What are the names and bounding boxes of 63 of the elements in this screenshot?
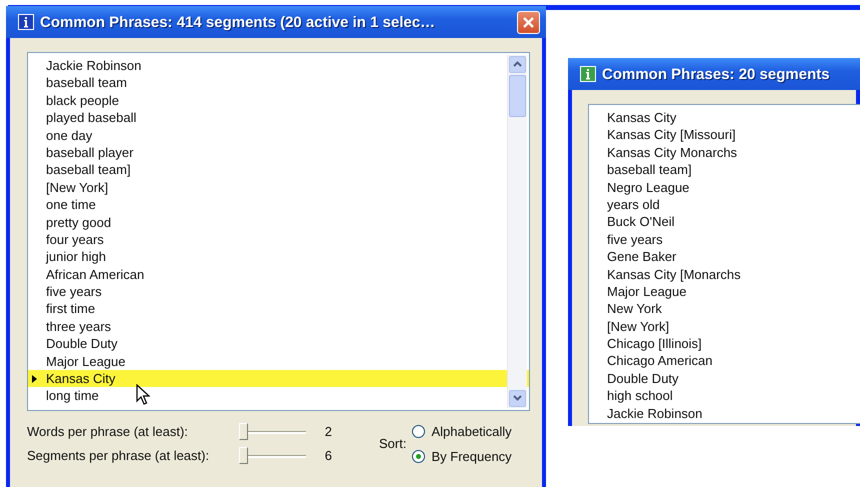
slider-label: Segments per phrase (at least): [27,448,210,463]
list-item[interactable]: New York [589,300,860,318]
list-item[interactable]: years old [589,196,860,214]
window-title: Common Phrases: 414 segments (20 active in 1 selec… [40,14,436,30]
list-item[interactable]: [New York] [589,318,860,336]
scroll-up-button[interactable] [509,56,526,73]
list-item[interactable]: first time [28,300,529,318]
list-item[interactable]: Jackie Robinson [589,404,860,422]
list-item[interactable]: Major League [589,282,860,300]
slider[interactable] [240,446,306,466]
list-item[interactable]: pretty good [28,214,529,231]
list-item[interactable]: Kansas City [28,370,529,388]
window-title: Common Phrases: 20 segments [602,66,831,82]
scroll-down-button[interactable] [509,390,526,407]
slider-thumb[interactable] [239,446,248,464]
list-item[interactable]: one day [28,126,529,144]
list-item[interactable]: Negro League [589,178,860,196]
radio-button[interactable] [412,424,426,438]
sort-option[interactable]: By Frequency [412,446,512,466]
list-item[interactable]: five years [589,230,860,248]
list-item[interactable]: five years [28,283,529,300]
mouse-cursor-icon [136,384,150,406]
info-icon [18,14,34,30]
list-item[interactable]: played baseball [28,109,529,127]
list-item[interactable]: Kansas City [Monarchs [589,266,860,283]
list-item[interactable]: three years [28,318,529,336]
slider-value: 2 [324,424,332,439]
close-icon [522,16,535,28]
list-item[interactable]: Double Duty [589,370,860,388]
row-marker-icon [32,375,37,384]
list-item[interactable]: four years [28,230,529,248]
list-item[interactable]: Buck O'Neil [589,213,860,231]
info-icon [580,66,596,82]
radio-button[interactable] [412,450,426,462]
list-item[interactable]: junior high [28,248,529,266]
sort-option[interactable]: Alphabetically [412,421,512,441]
slider-thumb[interactable] [239,422,248,440]
list-item[interactable]: Kansas City [Missouri] [589,126,860,144]
list-item[interactable]: Double Duty [28,335,529,353]
list-item[interactable]: high school [589,387,860,405]
list-item[interactable]: Kansas City Monarchs [589,144,860,162]
scroll-thumb[interactable] [509,75,526,117]
sort-label: Sort: [379,436,406,451]
list-item[interactable]: [New York] [28,178,529,196]
list-item[interactable]: Gene Baker [589,248,860,266]
list-item[interactable]: Kansas City [589,109,860,126]
list-item[interactable]: baseball player [28,144,529,162]
list-item[interactable]: black people [28,92,529,110]
list-item[interactable]: baseball team] [28,161,529,179]
list-item[interactable]: African American [28,266,529,284]
list-item[interactable]: baseball team] [589,161,860,179]
list-item[interactable]: Major League [28,352,529,370]
list-item[interactable]: Chicago [Illinois] [589,335,860,352]
list-item[interactable]: long time [28,387,529,405]
list-item[interactable]: Jackie Robinson [28,57,529,74]
list-item[interactable]: one time [28,196,529,214]
slider[interactable] [240,422,306,442]
slider-label: Words per phrase (at least): [27,424,189,439]
list-item[interactable]: baseball team [28,74,529,92]
list-item[interactable]: Chicago American [589,352,860,370]
slider-value: 6 [324,448,332,463]
scrollbar[interactable] [507,55,527,408]
close-button[interactable] [517,10,540,34]
